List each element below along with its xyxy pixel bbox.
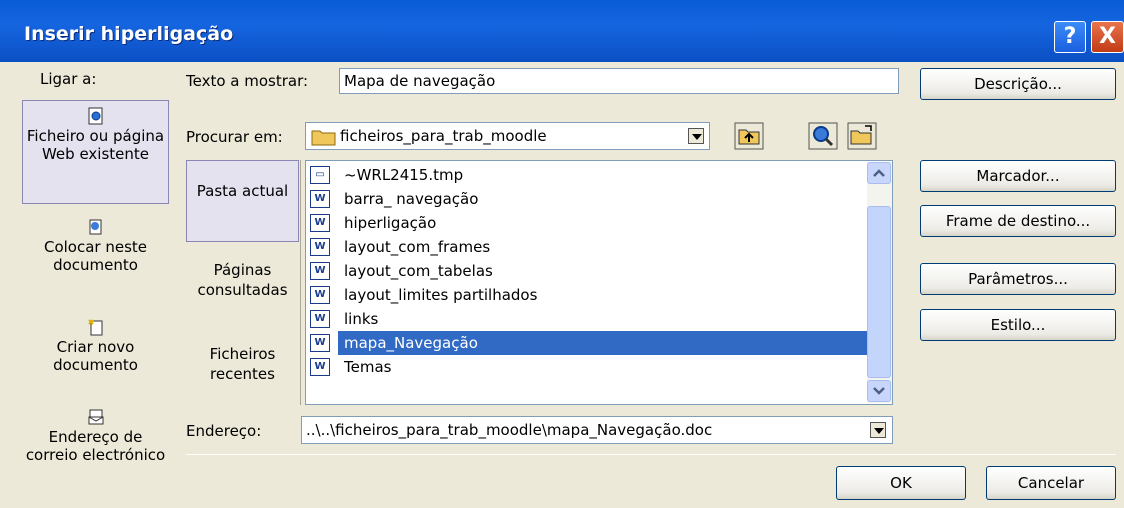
file-name: layout_limites partilhados: [344, 286, 538, 304]
look-in-value: ficheiros_para_trab_moodle: [340, 127, 547, 145]
browse-file-icon[interactable]: [847, 122, 877, 150]
file-web-icon: [88, 107, 102, 125]
list-item[interactable]: W barra_ navegação: [310, 187, 868, 211]
browse-web-icon[interactable]: [808, 122, 838, 150]
address-input[interactable]: ..\..\ficheiros_para_trab_moodle\mapa_Na…: [301, 416, 893, 444]
link-to-bar: Ficheiro ou página Web existente Colocar…: [22, 98, 169, 498]
scroll-thumb[interactable]: [867, 206, 891, 378]
file-name: mapa_Navegação: [344, 334, 478, 352]
file-name: barra_ navegação: [344, 190, 479, 208]
nav-recent-files[interactable]: Ficheiros recentes: [186, 344, 299, 404]
look-in-dropdown-arrow[interactable]: [688, 128, 704, 144]
nav-current-folder[interactable]: Pasta actual: [186, 160, 299, 242]
style-button[interactable]: Estilo...: [920, 309, 1116, 341]
list-item[interactable]: W links: [310, 307, 868, 331]
list-item[interactable]: W layout_limites partilhados: [310, 283, 868, 307]
up-folder-icon[interactable]: [734, 122, 764, 150]
description-button[interactable]: Descrição...: [920, 68, 1116, 100]
ok-button[interactable]: OK: [836, 466, 966, 500]
bookmark-button[interactable]: Marcador...: [920, 160, 1116, 192]
list-item[interactable]: W layout_com_frames: [310, 235, 868, 259]
word-doc-icon: W: [310, 238, 330, 256]
text-to-display-label-text: Texto a mostrar:: [186, 72, 309, 90]
list-item[interactable]: W hiperligação: [310, 211, 868, 235]
parameters-button[interactable]: Parâmetros...: [920, 263, 1116, 295]
link-to-existing-file[interactable]: Ficheiro ou página Web existente: [22, 100, 169, 204]
scroll-down-button[interactable]: [867, 380, 891, 402]
file-name: layout_com_frames: [344, 238, 491, 256]
target-frame-button[interactable]: Frame de destino...: [920, 205, 1116, 237]
new-document-icon: [87, 319, 102, 336]
word-doc-icon: W: [310, 358, 330, 376]
word-doc-icon: W: [310, 214, 330, 232]
link-to-place-in-document[interactable]: Colocar neste documento: [22, 218, 169, 290]
cancel-button[interactable]: Cancelar: [986, 466, 1116, 500]
file-name: layout_com_tabelas: [344, 262, 493, 280]
word-doc-icon: W: [310, 190, 330, 208]
window-title: Inserir hiperligação: [24, 23, 234, 45]
folder-icon: [311, 130, 336, 146]
list-item-selected[interactable]: W mapa_Navegação: [310, 331, 868, 355]
word-doc-icon: W: [310, 286, 330, 304]
file-list-scrollbar[interactable]: [867, 162, 892, 403]
link-to-new-document-label: Criar novo documento: [53, 338, 138, 374]
scroll-up-button[interactable]: [867, 162, 891, 184]
list-item[interactable]: W Temas: [310, 355, 868, 379]
look-in-nav: Pasta actual Páginas consultadas Ficheir…: [186, 160, 301, 405]
email-icon: [88, 409, 103, 425]
nav-current-folder-label: Pasta actual: [196, 182, 289, 200]
file-name: hiperligação: [344, 214, 437, 232]
address-label: Endereço:: [186, 422, 262, 440]
file-list[interactable]: ▭ ~WRL2415.tmp W barra_ navegação W hipe…: [305, 160, 893, 405]
link-to-existing-file-label: Ficheiro ou página Web existente: [26, 127, 165, 163]
word-doc-icon: W: [310, 334, 330, 352]
text-to-display-input[interactable]: Mapa de navegação: [339, 68, 899, 94]
link-to-new-document[interactable]: Criar novo documento: [22, 318, 169, 390]
list-item[interactable]: ▭ ~WRL2415.tmp: [310, 163, 868, 187]
nav-browsed-pages[interactable]: Páginas consultadas: [186, 260, 299, 320]
file-name: Temas: [344, 358, 392, 376]
file-name: links: [344, 310, 379, 328]
look-in-select[interactable]: ficheiros_para_trab_moodle: [305, 122, 710, 150]
file-name: ~WRL2415.tmp: [344, 166, 464, 184]
text-to-display-label: Texto a mostrar:: [186, 72, 308, 90]
word-doc-icon: W: [310, 262, 330, 280]
chevron-up-icon: [873, 169, 885, 177]
help-button[interactable]: ?: [1054, 21, 1086, 53]
tmp-file-icon: ▭: [310, 166, 330, 184]
document-place-icon: [89, 219, 101, 235]
close-button[interactable]: X: [1091, 21, 1124, 53]
word-doc-icon: W: [310, 310, 330, 328]
link-to-email[interactable]: Endereço de correio electrónico: [22, 408, 169, 498]
list-item[interactable]: W layout_com_tabelas: [310, 259, 868, 283]
link-to-label: Ligar a:: [40, 70, 97, 88]
look-in-label: Procurar em:: [186, 128, 283, 146]
separator: [186, 454, 1116, 455]
link-to-email-label: Endereço de correio electrónico: [25, 428, 166, 464]
link-to-place-label: Colocar neste documento: [43, 238, 148, 274]
address-dropdown-arrow[interactable]: [870, 422, 886, 438]
chevron-down-icon: [873, 387, 885, 395]
nav-browsed-pages-label: Páginas consultadas: [197, 261, 288, 299]
nav-recent-files-label: Ficheiros recentes: [209, 345, 276, 383]
